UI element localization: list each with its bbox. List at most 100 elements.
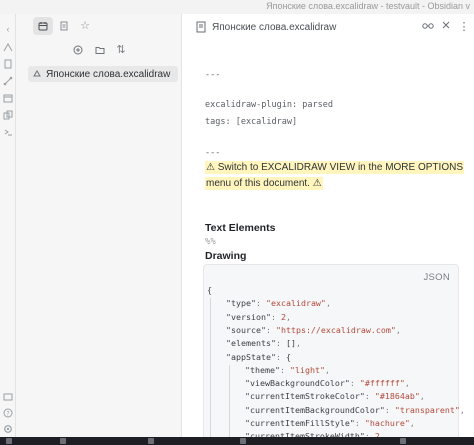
json-colon: : bbox=[265, 324, 276, 335]
json-value: [] bbox=[285, 338, 296, 349]
help-icon[interactable]: ? bbox=[3, 408, 13, 418]
json-colon: : bbox=[255, 298, 266, 309]
json-punctuation: , bbox=[395, 324, 401, 335]
json-punctuation: , bbox=[459, 404, 465, 415]
json-value: "excalidraw" bbox=[265, 298, 326, 309]
json-value: { bbox=[285, 351, 291, 362]
comment-marker: %% bbox=[205, 237, 216, 247]
settings-icon[interactable] bbox=[3, 424, 13, 434]
json-key: { bbox=[207, 285, 212, 295]
window-title: Японские слова.excalidraw - testvault - … bbox=[266, 1, 470, 11]
svg-text:?: ? bbox=[6, 411, 9, 418]
code-language-label: JSON bbox=[423, 272, 450, 283]
json-key: "currentItemStrokeColor" bbox=[245, 391, 365, 402]
code-line: "source": "https://excalidraw.com", bbox=[226, 325, 401, 335]
collapse-icon[interactable]: ‹ bbox=[3, 24, 13, 34]
taskbar-icon[interactable] bbox=[60, 438, 66, 444]
json-colon: : bbox=[364, 391, 375, 402]
code-line: "currentItemStrokeColor": "#1864ab", bbox=[245, 391, 425, 401]
json-colon: : bbox=[384, 404, 395, 415]
frontmatter-line: tags: [excalidraw] bbox=[205, 117, 298, 127]
files-tab-icon[interactable] bbox=[33, 17, 53, 35]
heading-drawing: Drawing bbox=[205, 250, 247, 262]
code-line: "viewBackgroundColor": "#ffffff", bbox=[245, 378, 410, 388]
json-value: "#ffffff" bbox=[359, 378, 405, 389]
document-body: --- excalidraw-plugin: parsed tags: [exc… bbox=[203, 40, 465, 445]
code-line: "elements": [], bbox=[226, 338, 301, 348]
json-value: "hachure" bbox=[364, 418, 410, 428]
excalidraw-view-icon[interactable] bbox=[439, 20, 453, 34]
frontmatter-rule-top: --- bbox=[205, 70, 221, 80]
file-name: Японские слова.excalidraw bbox=[46, 68, 171, 80]
indent-guide bbox=[210, 298, 211, 445]
taskbar-icon[interactable] bbox=[240, 438, 246, 444]
code-line: "version": 2, bbox=[226, 312, 291, 322]
json-key: "viewBackgroundColor" bbox=[245, 378, 350, 389]
json-key: "currentItemFillStyle" bbox=[245, 418, 355, 428]
vault-icon[interactable] bbox=[3, 392, 13, 402]
json-value: "light" bbox=[289, 364, 325, 375]
json-punctuation: , bbox=[325, 298, 331, 309]
json-punctuation: , bbox=[295, 338, 301, 349]
json-punctuation: , bbox=[324, 364, 330, 375]
sidebar-tabs: ☆ bbox=[16, 14, 182, 38]
frontmatter-rule-bottom: --- bbox=[205, 148, 221, 158]
reading-view-icon[interactable] bbox=[421, 20, 435, 34]
code-line: "currentItemBackgroundColor": "transpare… bbox=[245, 405, 465, 415]
code-line: "appState": { bbox=[226, 352, 291, 362]
file-actions: ⇅ bbox=[16, 42, 182, 60]
copy-icon[interactable] bbox=[3, 110, 13, 120]
json-colon: : bbox=[349, 378, 360, 389]
json-key: "currentItemBackgroundColor" bbox=[245, 404, 385, 415]
json-key: "elements" bbox=[226, 338, 276, 349]
warning-text: menu of this document. ⚠ bbox=[205, 177, 323, 190]
graph-icon[interactable] bbox=[3, 76, 13, 86]
json-key: "source" bbox=[226, 324, 266, 335]
json-key: "version" bbox=[226, 311, 271, 322]
json-value: "#1864ab" bbox=[374, 391, 420, 402]
indent-guide bbox=[229, 364, 230, 445]
warning-text: ⚠ Switch to EXCALIDRAW VIEW in the MORE … bbox=[205, 161, 464, 174]
terminal-icon[interactable] bbox=[3, 127, 13, 137]
title-bar: Японские слова.excalidraw - testvault - … bbox=[0, 0, 474, 14]
json-colon: : bbox=[270, 311, 281, 322]
json-value: "https://excalidraw.com" bbox=[275, 324, 396, 335]
file-icon[interactable] bbox=[3, 59, 13, 69]
taskbar-icon[interactable] bbox=[400, 438, 406, 444]
file-explorer-sidebar: ☆ ⇅ Японские слова.excalidraw bbox=[16, 14, 182, 437]
code-block[interactable]: JSON { "type": "excalidraw", "version": 2,… bbox=[203, 264, 465, 445]
json-key: "theme" bbox=[245, 364, 280, 375]
calendar-icon[interactable] bbox=[3, 93, 13, 103]
search-tab-icon[interactable] bbox=[54, 17, 74, 35]
tab-title[interactable]: Японские слова.excalidraw bbox=[212, 22, 336, 33]
taskbar-icon[interactable] bbox=[148, 438, 154, 444]
heading-text-elements: Text Elements bbox=[205, 222, 276, 234]
excalidraw-file-icon bbox=[32, 67, 42, 81]
bookmarks-tab-icon[interactable]: ☆ bbox=[75, 17, 95, 35]
new-folder-icon[interactable] bbox=[92, 42, 108, 58]
taskbar bbox=[0, 437, 474, 445]
json-punctuation: , bbox=[404, 378, 410, 389]
code-line: "currentItemFillStyle": "hachure", bbox=[245, 418, 415, 428]
code-line: "type": "excalidraw", bbox=[226, 298, 331, 308]
excalidraw-icon[interactable] bbox=[3, 42, 13, 52]
editor-pane: Японские слова.excalidraw ⋮ --- excalidr… bbox=[183, 14, 474, 445]
code-line: "theme": "light", bbox=[245, 365, 330, 375]
json-key: "type" bbox=[226, 298, 256, 309]
file-item[interactable]: Японские слова.excalidraw bbox=[28, 66, 178, 82]
json-punctuation: , bbox=[409, 418, 415, 428]
json-value: "transparent" bbox=[394, 404, 460, 415]
json-colon: : bbox=[279, 364, 290, 375]
new-note-icon[interactable] bbox=[70, 42, 86, 58]
json-colon: : bbox=[275, 338, 286, 349]
left-ribbon: ‹ ? bbox=[0, 14, 16, 437]
more-options-icon[interactable]: ⋮ bbox=[457, 20, 471, 34]
json-colon: : bbox=[275, 351, 286, 362]
file-icon bbox=[196, 21, 206, 33]
taskbar-icon[interactable] bbox=[6, 438, 12, 444]
json-punctuation: , bbox=[419, 391, 425, 402]
sort-icon[interactable]: ⇅ bbox=[113, 42, 129, 58]
code-line: { bbox=[207, 285, 212, 295]
frontmatter-line: excalidraw-plugin: parsed bbox=[205, 100, 333, 110]
json-colon: : bbox=[354, 418, 365, 428]
